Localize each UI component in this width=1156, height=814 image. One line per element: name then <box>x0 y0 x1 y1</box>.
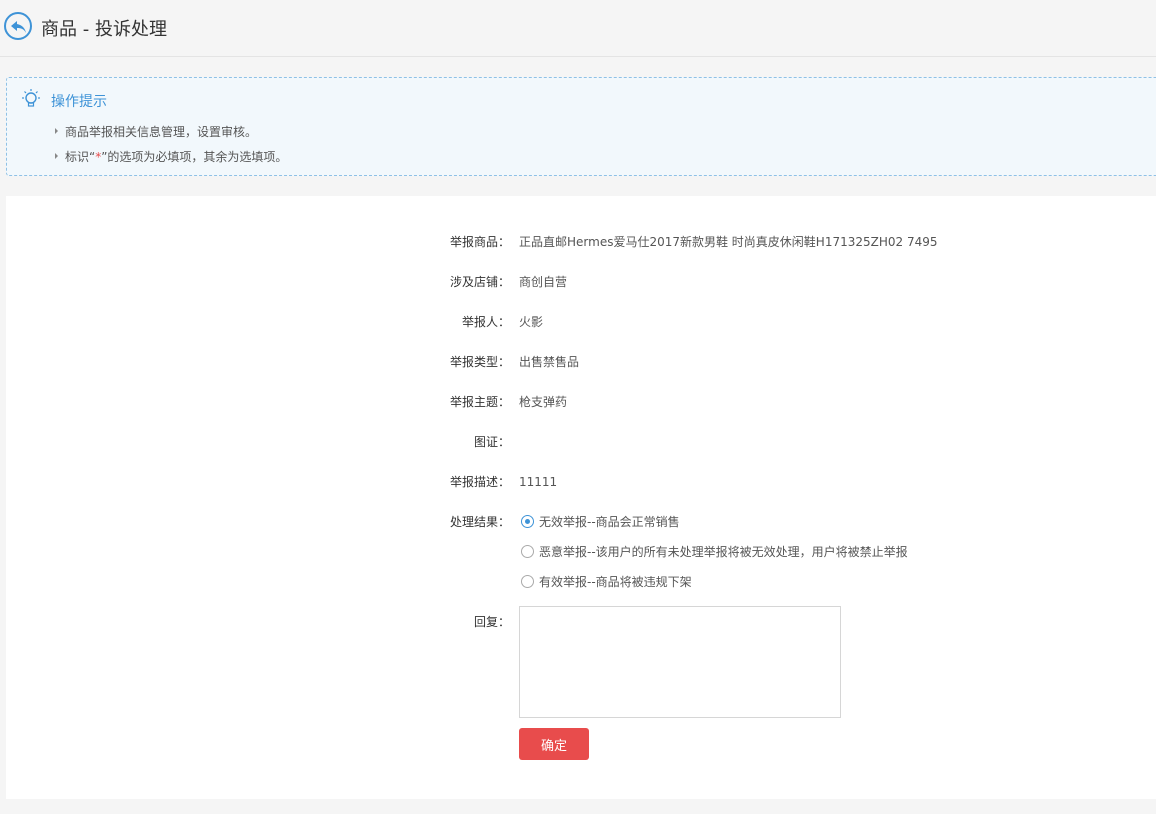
row-shop: 涉及店铺： 商创自营 <box>6 272 1156 292</box>
row-description: 举报描述： 11111 <box>6 472 1156 492</box>
reply-textarea[interactable] <box>519 606 841 718</box>
back-icon[interactable] <box>4 12 32 40</box>
row-type: 举报类型： 出售禁售品 <box>6 352 1156 372</box>
radio-valid-report[interactable]: 有效举报--商品将被违规下架 <box>521 572 692 592</box>
row-evidence: 图证： <box>6 432 1156 452</box>
type-value: 出售禁售品 <box>519 355 580 369</box>
description-value: 11111 <box>519 475 558 489</box>
goods-value: 正品直邮Hermes爱马仕2017新款男鞋 时尚真皮休闲鞋H171325ZH02… <box>519 235 938 249</box>
reply-label: 回复： <box>473 615 510 629</box>
radio-malicious-report[interactable]: 恶意举报--该用户的所有未处理举报将被无效处理，用户将被禁止举报 <box>521 542 908 562</box>
evidence-label: 图证： <box>473 435 510 449</box>
goods-label: 举报商品： <box>449 235 510 249</box>
report-form: 举报商品： 正品直邮Hermes爱马仕2017新款男鞋 时尚真皮休闲鞋H1713… <box>6 196 1156 799</box>
bullet-arrow-icon <box>55 128 58 134</box>
page-title: 商品 - 投诉处理 <box>41 19 167 40</box>
lightbulb-icon <box>22 89 40 107</box>
bullet-arrow-icon <box>55 153 58 159</box>
subject-label: 举报主题： <box>449 395 510 409</box>
reporter-value: 火影 <box>519 315 544 329</box>
row-reporter: 举报人： 火影 <box>6 312 1156 332</box>
radio-checked-icon[interactable] <box>521 515 534 528</box>
radio-unchecked-icon[interactable] <box>521 575 534 588</box>
result-label: 处理结果： <box>449 515 510 529</box>
radio-unchecked-icon[interactable] <box>521 545 534 558</box>
shop-label: 涉及店铺： <box>449 275 510 289</box>
type-label: 举报类型： <box>449 355 510 369</box>
row-subject: 举报主题： 枪支弹药 <box>6 392 1156 412</box>
submit-button[interactable]: 确定 <box>519 728 589 760</box>
shop-value: 商创自营 <box>519 275 568 289</box>
row-goods: 举报商品： 正品直邮Hermes爱马仕2017新款男鞋 时尚真皮休闲鞋H1713… <box>6 232 1156 252</box>
tips-line: 商品举报相关信息管理，设置审核。 <box>55 123 257 140</box>
reporter-label: 举报人： <box>461 315 510 329</box>
subject-value: 枪支弹药 <box>519 395 568 409</box>
tips-line: 标识“*”的选项为必填项，其余为选填项。 <box>55 148 287 165</box>
operation-tips: 操作提示 商品举报相关信息管理，设置审核。 标识“*”的选项为必填项，其余为选填… <box>6 77 1156 176</box>
description-label: 举报描述： <box>449 475 510 489</box>
page-header: 商品 - 投诉处理 <box>0 0 1156 57</box>
radio-invalid-report[interactable]: 无效举报--商品会正常销售 <box>521 512 680 532</box>
tips-title: 操作提示 <box>51 94 107 110</box>
